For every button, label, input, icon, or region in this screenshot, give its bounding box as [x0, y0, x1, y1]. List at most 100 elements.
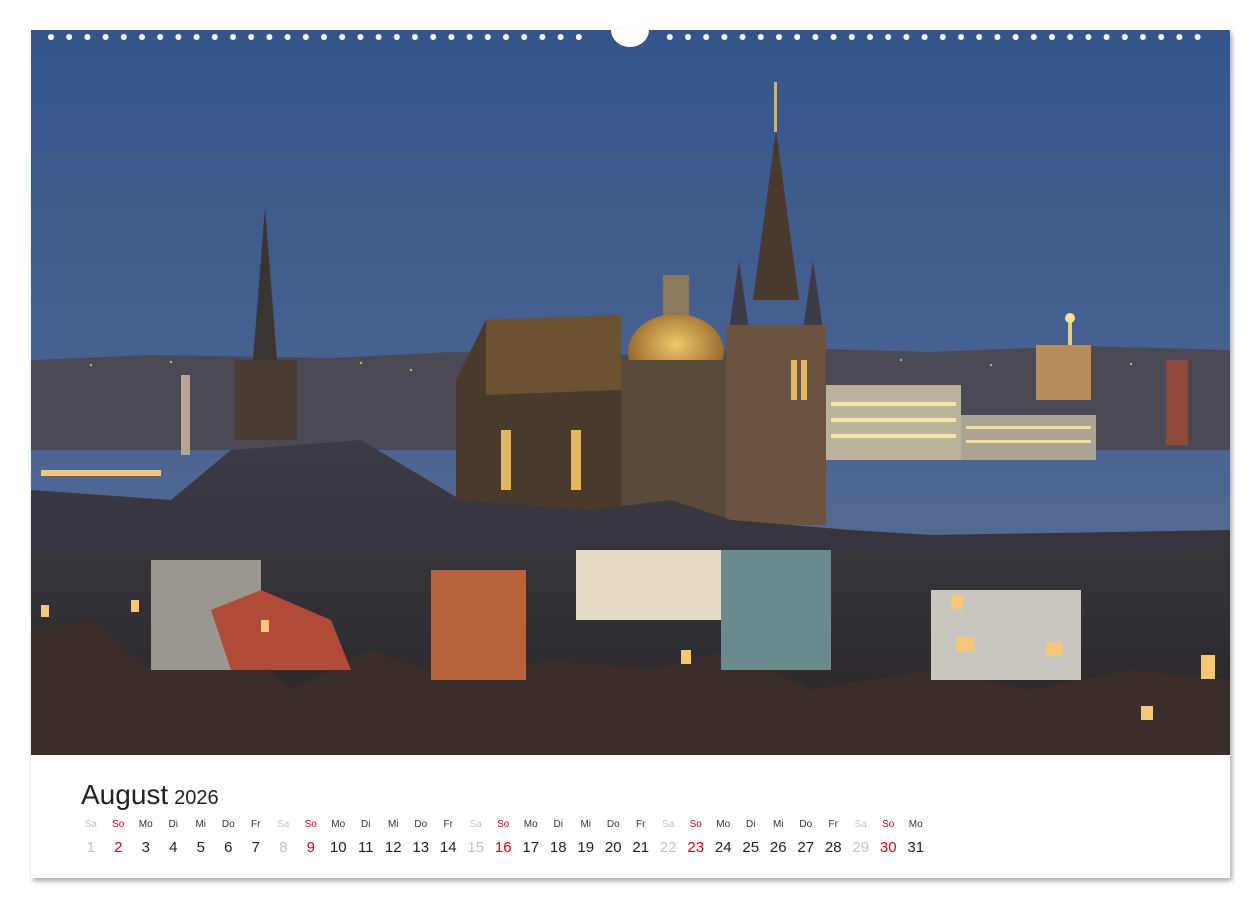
day-number: 2 [114, 839, 123, 856]
calendar-section: August 2026 Sa 1 So 2 Mo 3 Di 4 Mi 5 Do 6 Fr 7 Sa 8 So 9 Mo… [31, 755, 1230, 878]
binding-hole [976, 34, 983, 40]
spiral-binding [48, 30, 1201, 47]
day-row: Sa 1 So 2 Mo 3 Di 4 Mi 5 Do 6 Fr 7 Sa 8 So 9 Mo 10 Di 11 Mi 12 D… [77, 819, 930, 856]
weekday-label: Mi [580, 819, 592, 830]
weekday-label: Di [553, 819, 563, 830]
day-number: 9 [306, 839, 315, 856]
weekday-label: Di [746, 819, 756, 830]
weekday-label: Sa [84, 819, 97, 830]
weekday-label: So [112, 819, 125, 830]
weekday-label: Mi [772, 819, 784, 830]
day-cell: Mo 31 [902, 819, 930, 856]
binding-hole [958, 34, 964, 40]
day-cell: Di 25 [737, 819, 765, 856]
binding-hole [157, 34, 164, 40]
weekday-label: Do [414, 819, 428, 830]
day-cell: Sa 8 [270, 819, 298, 856]
binding-hole [666, 34, 673, 40]
day-cell: Do 13 [407, 819, 435, 856]
binding-hole [139, 34, 145, 40]
weekday-label: Fr [251, 819, 261, 830]
day-number: 7 [251, 839, 260, 856]
day-number: 1 [86, 839, 95, 856]
day-cell: Sa 29 [847, 819, 875, 856]
binding-hole [1049, 34, 1055, 40]
weekday-label: Mi [387, 819, 399, 830]
day-number: 8 [279, 839, 288, 856]
day-number: 15 [467, 839, 485, 856]
binding-hole [921, 34, 928, 40]
weekday-label: So [497, 819, 510, 830]
binding-hole [1085, 34, 1092, 40]
day-cell: So 23 [682, 819, 710, 856]
binding-hole [776, 34, 782, 40]
weekday-label: Di [361, 819, 371, 830]
binding-hole [175, 34, 182, 40]
binding-hole [757, 34, 764, 40]
binding-hole [939, 34, 946, 40]
day-cell: Fr 21 [627, 819, 655, 856]
binding-hole [521, 34, 528, 40]
binding-hole [848, 34, 855, 40]
day-cell: Fr 28 [820, 819, 848, 856]
day-number: 17 [522, 839, 540, 856]
day-cell: So 2 [105, 819, 133, 856]
binding-hole [375, 34, 382, 40]
day-cell: Mo 10 [325, 819, 353, 856]
day-number: 5 [196, 839, 205, 856]
day-number: 10 [329, 839, 347, 856]
binding-hole [539, 34, 546, 40]
binding-hole [211, 34, 218, 40]
binding-hole [102, 34, 109, 40]
day-number: 18 [549, 839, 567, 856]
day-number: 26 [769, 839, 787, 856]
binding-hole [321, 34, 327, 40]
year-label: 2026 [174, 787, 219, 809]
day-number: 19 [577, 839, 595, 856]
weekday-label: Sa [277, 819, 290, 830]
day-cell: Do 6 [215, 819, 243, 856]
day-cell: Mo 24 [710, 819, 738, 856]
binding-hole [1121, 34, 1128, 40]
weekday-label: So [304, 819, 317, 830]
day-cell: So 9 [297, 819, 325, 856]
binding-hole [503, 34, 509, 40]
day-number: 11 [357, 839, 374, 856]
binding-hole [66, 34, 73, 40]
binding-hole [1140, 34, 1146, 40]
day-cell: Di 18 [545, 819, 573, 856]
day-number: 31 [907, 839, 925, 856]
binding-hole [393, 34, 400, 40]
day-cell: So 30 [875, 819, 903, 856]
weekday-label: Mo [138, 819, 153, 830]
weekday-label: Mi [195, 819, 207, 830]
weekday-label: So [689, 819, 702, 830]
binding-hole [357, 34, 364, 40]
day-cell: Do 20 [600, 819, 628, 856]
day-number: 25 [742, 839, 760, 856]
day-cell: Mo 3 [132, 819, 160, 856]
binding-hole [193, 34, 200, 40]
weekday-label: Sa [854, 819, 867, 830]
day-cell: Mi 26 [765, 819, 793, 856]
calendar-title: August 2026 [81, 779, 219, 811]
weekday-label: Do [221, 819, 235, 830]
weekday-label: Mo [523, 819, 538, 830]
binding-hole [1194, 34, 1201, 40]
weekday-label: Fr [636, 819, 646, 830]
binding-hole [794, 34, 801, 40]
binding-hole [230, 34, 236, 40]
day-cell: Sa 22 [655, 819, 683, 856]
weekday-label: Mo [716, 819, 731, 830]
day-number: 28 [824, 839, 842, 856]
weekday-label: Fr [443, 819, 453, 830]
day-cell: Sa 1 [77, 819, 105, 856]
day-cell: Mo 17 [517, 819, 545, 856]
binding-hole [248, 34, 255, 40]
binding-hole [1176, 34, 1183, 40]
binding-hole [1158, 34, 1165, 40]
weekday-label: Mo [331, 819, 346, 830]
day-number: 23 [687, 839, 705, 856]
day-number: 13 [412, 839, 430, 856]
day-number: 29 [852, 839, 870, 856]
